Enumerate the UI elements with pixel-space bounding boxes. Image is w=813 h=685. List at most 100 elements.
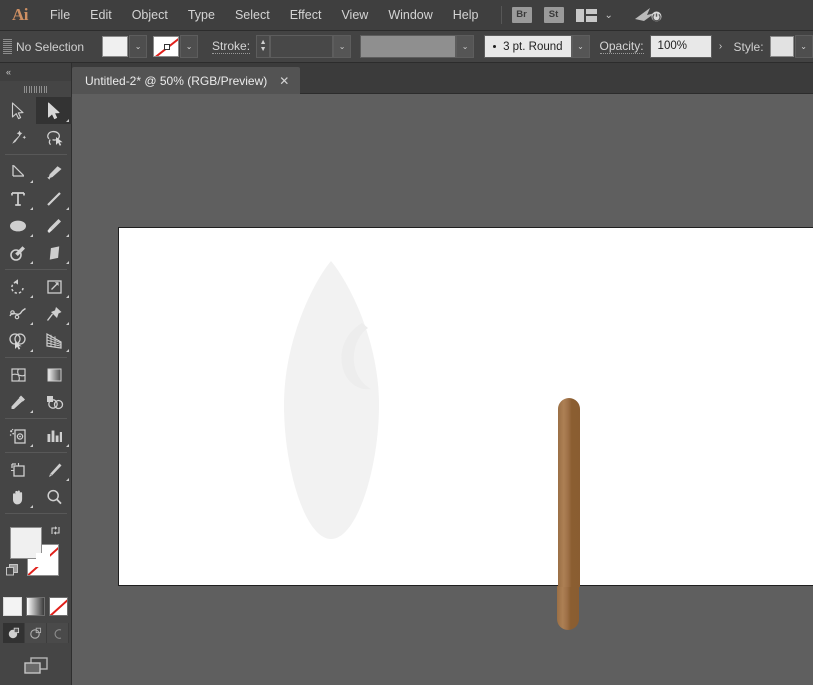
tool-rotate[interactable] xyxy=(0,273,36,300)
tool-curvature[interactable] xyxy=(36,158,72,185)
menu-bar: Ai File Edit Object Type Select Effect V… xyxy=(0,0,813,31)
fill-dropdown-button[interactable]: ⌄ xyxy=(129,35,148,58)
tool-shape-builder[interactable] xyxy=(0,327,36,354)
tool-mesh[interactable] xyxy=(0,361,36,388)
tool-group-indicator xyxy=(66,295,69,298)
arrange-documents-icon xyxy=(575,8,597,22)
tool-eyedropper[interactable] xyxy=(0,388,36,415)
tool-free-transform[interactable] xyxy=(36,300,72,327)
perspective-grid-icon xyxy=(46,332,62,349)
stroke-weight-stepper[interactable]: ▲ ▼ xyxy=(256,35,271,58)
tool-artboard[interactable] xyxy=(0,456,36,483)
opacity-label[interactable]: Opacity: xyxy=(599,39,644,54)
menu-help[interactable]: Help xyxy=(443,0,489,31)
width-profile-swatch[interactable] xyxy=(360,35,457,58)
stroke-weight-input[interactable] xyxy=(270,35,334,58)
menu-file[interactable]: File xyxy=(40,0,80,31)
search-adobe-stock-icon xyxy=(634,8,662,22)
tools-panel-drag-handle[interactable] xyxy=(0,81,71,97)
collapse-panel-icon[interactable]: « xyxy=(6,67,11,77)
stroke-weight-dropdown-button[interactable]: ⌄ xyxy=(333,35,352,58)
stroke-weight-label[interactable]: Stroke: xyxy=(212,39,251,54)
tool-zoom[interactable] xyxy=(36,483,72,510)
bridge-button[interactable]: Br xyxy=(511,7,532,23)
opacity-options-button[interactable]: › xyxy=(711,35,730,58)
tool-selection-white[interactable] xyxy=(0,97,36,124)
magic-wand-icon xyxy=(12,130,27,144)
draw-normal-mode[interactable] xyxy=(2,623,25,643)
artboard[interactable] xyxy=(118,227,813,587)
tool-blend[interactable] xyxy=(36,388,72,415)
draw-behind-mode[interactable] xyxy=(24,623,47,643)
menu-edit[interactable]: Edit xyxy=(80,0,122,31)
brush-definition-dropdown-button[interactable]: ⌄ xyxy=(571,35,590,58)
tool-paintbrush[interactable] xyxy=(36,212,72,239)
default-fill-stroke-icon[interactable] xyxy=(5,563,19,577)
tool-ellipse[interactable] xyxy=(0,212,36,239)
canvas-workspace[interactable] xyxy=(72,94,813,685)
arrange-documents-button[interactable]: ⌄ xyxy=(575,8,613,22)
stroke-swatch-none[interactable] xyxy=(153,36,180,57)
graphic-style-dropdown-button[interactable]: ⌄ xyxy=(794,35,813,58)
graphic-style-swatch[interactable] xyxy=(769,36,794,57)
gradient-icon xyxy=(47,368,61,381)
tool-group-indicator xyxy=(30,410,33,413)
tool-column-graph[interactable] xyxy=(36,422,72,449)
color-mode-gradient[interactable] xyxy=(26,597,45,616)
fill-control[interactable]: ⌄ xyxy=(102,35,148,58)
bar-graph-icon xyxy=(47,430,62,442)
menubar-divider xyxy=(500,6,502,24)
tool-type[interactable] xyxy=(0,185,36,212)
tool-direct-selection[interactable] xyxy=(36,97,72,124)
tool-hand[interactable] xyxy=(0,483,36,510)
tool-shaper-pencil[interactable] xyxy=(0,239,36,266)
tool-slice[interactable] xyxy=(36,456,72,483)
fill-stroke-controls xyxy=(0,523,72,595)
curvature-pen-icon xyxy=(46,165,61,180)
stroke-dropdown-button[interactable]: ⌄ xyxy=(180,35,199,58)
menu-effect[interactable]: Effect xyxy=(280,0,332,31)
color-mode-none[interactable] xyxy=(49,597,68,616)
tool-lasso[interactable] xyxy=(36,124,72,151)
menu-window[interactable]: Window xyxy=(378,0,442,31)
tool-gradient[interactable] xyxy=(36,361,72,388)
tools-divider-3 xyxy=(5,357,67,358)
tool-scale[interactable] xyxy=(36,273,72,300)
stroke-color-control[interactable]: ⌄ xyxy=(153,35,199,58)
opacity-input[interactable]: 100% xyxy=(649,35,712,58)
style-label: Style: xyxy=(733,39,764,54)
stock-button[interactable]: St xyxy=(543,7,564,23)
tool-group-indicator xyxy=(30,349,33,352)
width-profile-dropdown-button[interactable]: ⌄ xyxy=(456,35,475,58)
toolbar-stroke-inner xyxy=(36,553,50,567)
tool-perspective-grid[interactable] xyxy=(36,327,72,354)
screen-mode-button[interactable] xyxy=(0,655,71,677)
brush-definition-select[interactable]: 3 pt. Round xyxy=(484,35,572,58)
color-mode-color[interactable] xyxy=(3,597,22,616)
document-tab[interactable]: Untitled-2* @ 50% (RGB/Preview) ✕ xyxy=(72,67,301,94)
swap-fill-stroke-icon[interactable] xyxy=(49,524,62,537)
control-bar-drag-handle[interactable] xyxy=(3,37,12,57)
draw-inside-mode[interactable] xyxy=(46,623,69,643)
menu-select[interactable]: Select xyxy=(225,0,280,31)
document-tab-bar: Untitled-2* @ 50% (RGB/Preview) ✕ xyxy=(0,63,813,94)
tool-line-segment[interactable] xyxy=(36,185,72,212)
menu-object[interactable]: Object xyxy=(122,0,178,31)
width-warp-icon xyxy=(9,307,26,319)
close-icon[interactable]: ✕ xyxy=(279,75,289,87)
menu-view[interactable]: View xyxy=(331,0,378,31)
tools-panel-header[interactable]: « xyxy=(0,63,71,81)
scale-icon xyxy=(46,279,62,294)
tool-magic-wand[interactable] xyxy=(0,124,36,151)
color-mode-buttons xyxy=(0,597,71,616)
menu-type[interactable]: Type xyxy=(178,0,225,31)
tool-width[interactable] xyxy=(0,300,36,327)
tool-pen[interactable] xyxy=(0,158,36,185)
tool-eraser[interactable] xyxy=(36,239,72,266)
tool-group-indicator xyxy=(66,349,69,352)
fill-swatch[interactable] xyxy=(102,36,129,57)
illustrator-window: Ai File Edit Object Type Select Effect V… xyxy=(0,0,813,685)
blend-icon xyxy=(47,395,64,409)
stock-search-button[interactable] xyxy=(633,6,663,24)
tool-symbol-sprayer[interactable] xyxy=(0,422,36,449)
